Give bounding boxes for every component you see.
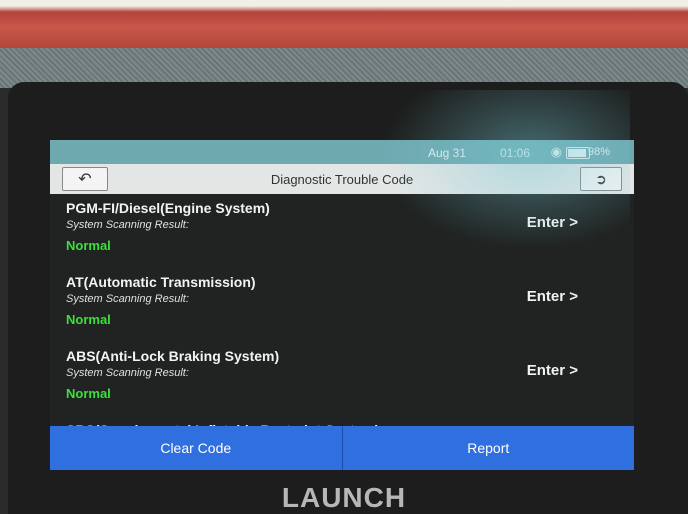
list-item: PGM-FI/Diesel(Engine System) System Scan… xyxy=(50,194,634,264)
wifi-icon: ◉ xyxy=(550,144,562,159)
device-brand-logo: LAUNCH xyxy=(281,482,407,513)
exit-icon: ➲ xyxy=(595,170,607,187)
clear-code-button[interactable]: Clear Code xyxy=(50,426,342,470)
title-bar: ↶ Diagnostic Trouble Code ➲ xyxy=(50,164,634,194)
system-result-label: System Scanning Result: xyxy=(66,219,189,231)
battery-icon xyxy=(566,147,590,159)
system-name: PGM-FI/Diesel(Engine System) xyxy=(66,200,270,216)
status-time: 01:06 xyxy=(499,146,530,160)
status-date: Aug 31 xyxy=(427,146,466,160)
system-status: Normal xyxy=(66,238,111,253)
enter-button[interactable]: Enter > xyxy=(527,214,578,231)
page-title: Diagnostic Trouble Code xyxy=(270,172,414,187)
battery-percent: 98% xyxy=(587,146,610,158)
report-button[interactable]: Report xyxy=(343,426,635,470)
system-status: Normal xyxy=(66,312,111,327)
enter-button[interactable]: Enter > xyxy=(527,288,578,305)
exit-button[interactable]: ➲ xyxy=(580,167,622,191)
list-item: AT(Automatic Transmission) System Scanni… xyxy=(50,268,634,338)
system-result-label: System Scanning Result: xyxy=(66,293,189,305)
system-result-label: System Scanning Result: xyxy=(66,367,189,379)
system-name: AT(Automatic Transmission) xyxy=(66,274,256,290)
bottom-action-bar: Clear Code Report xyxy=(50,426,634,470)
list-item: ABS(Anti-Lock Braking System) System Sca… xyxy=(50,342,634,412)
system-name: ABS(Anti-Lock Braking System) xyxy=(66,348,280,364)
tablet-screen: Aug 31 01:06 ◉ 98% ↶ Diagnostic Trouble … xyxy=(50,140,634,470)
enter-button[interactable]: Enter > xyxy=(527,362,578,379)
status-bar: Aug 31 01:06 ◉ 98% xyxy=(50,140,634,164)
system-status: Normal xyxy=(66,386,111,401)
